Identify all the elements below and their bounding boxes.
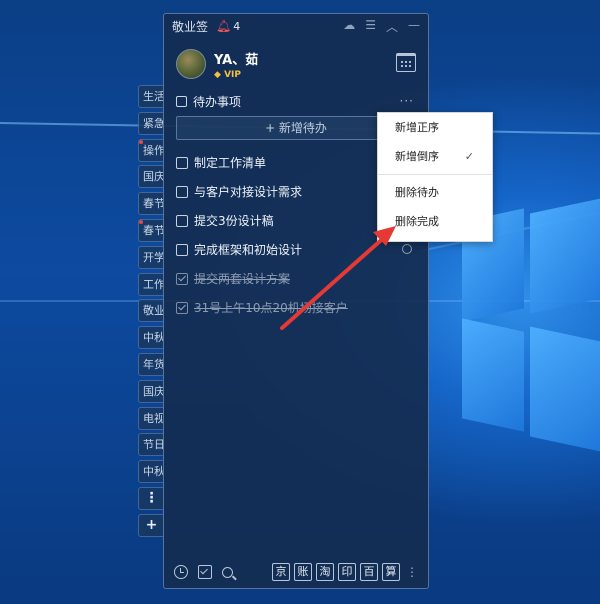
context-menu: 新增正序 新增倒序 ✓ 删除待办 删除完成 [377,112,493,242]
todo-checkbox[interactable] [176,243,188,256]
side-tab-label: 中秋 [143,465,164,479]
menu-item-label: 新增正序 [395,121,439,134]
side-tab-label: 工作 [143,277,164,291]
diamond-icon: ◆ [214,69,221,80]
todo-text: 制定工作清单 [194,156,267,170]
side-tab[interactable]: 电视 [138,406,164,430]
check-icon: ✓ [464,150,474,163]
quick-tools: 京 账 淘 印 百 算 ⋮ [272,563,418,581]
clock-icon[interactable] [174,565,188,579]
side-tab-label: 年货 [143,357,164,371]
side-tab[interactable]: 操作 [138,138,164,162]
title-bar: 敬业签 🔔︎ 4 ☁ ☰ ︿ — [164,14,428,38]
side-tab[interactable]: 紧急 [138,111,164,135]
todo-checkbox[interactable] [176,214,188,227]
unread-dot [139,219,143,224]
side-tab[interactable]: 国庆 [138,165,164,189]
notification-count: 4 [233,19,241,33]
todo-text: 提交3份设计稿 [194,214,274,228]
search-icon[interactable] [222,566,233,578]
avatar[interactable] [176,49,206,79]
side-tag-strip: 生活 紧急 操作 国庆 春节 春节 开学 工作 敬业 中秋 年货 国庆 电视 节… [138,85,166,541]
todo-text: 31号上午10点20机场接客户 [194,301,348,315]
quick-tool-baidu[interactable]: 百 [360,563,378,581]
side-tab-label: 中秋 [143,331,164,345]
side-tab[interactable]: 开学 [138,245,164,269]
logo-pane [530,326,600,454]
side-tab[interactable]: 春节 [138,192,164,216]
app-title: 敬业签 [172,19,209,34]
side-tab[interactable]: 敬业 [138,299,164,323]
cloud-sync-icon[interactable]: ☁ [343,18,355,35]
todo-item-done[interactable]: 31号上午10点20机场接客户 [164,293,428,322]
side-tab-label: 节日 [143,438,164,452]
sticky-note-panel: 敬业签 🔔︎ 4 ☁ ☰ ︿ — YA、茹 ◆ VIP 待办事项 ··· + 新… [163,13,429,589]
todo-checkbox-checked[interactable] [176,301,188,314]
side-tab[interactable]: 生活 [138,85,164,108]
side-tab-label: 开学 [143,250,164,264]
side-tab[interactable]: 节日 [138,433,164,457]
todo-text: 提交两套设计方案 [194,272,291,286]
side-tab[interactable]: 国庆 [138,379,164,403]
menu-item-label: 新增倒序 [395,150,439,163]
menu-item-label: 删除待办 [395,186,439,199]
todo-item-done[interactable]: 提交两套设计方案 [164,264,428,293]
logo-pane [530,196,600,314]
todo-text: 与客户对接设计需求 [194,185,303,199]
add-tab-button[interactable]: + [138,513,164,537]
todo-section-icon [176,95,187,107]
quick-tool-print[interactable]: 印 [338,563,356,581]
side-tab-label: 春节 [143,223,164,237]
side-tab-label: 国庆 [143,170,164,184]
todo-text: 完成框架和初始设计 [194,243,303,257]
minimize-icon[interactable]: — [408,18,420,35]
menu-icon[interactable]: ☰ [365,18,376,35]
more-options-icon[interactable]: ··· [400,94,414,108]
side-tab[interactable]: 工作 [138,272,164,296]
quick-tool-account[interactable]: 账 [294,563,312,581]
side-tab[interactable]: 中秋 [138,326,164,350]
side-tab-label: 紧急 [143,116,164,130]
menu-item-add-descending[interactable]: 新增倒序 ✓ [378,142,492,171]
footer-toolbar: 京 账 淘 印 百 算 ⋮ [164,556,428,588]
user-name: YA、茹 [214,52,259,68]
collapse-icon[interactable]: ︿ [386,18,398,35]
menu-item-label: 删除完成 [395,215,439,228]
unread-dot [139,139,143,144]
side-tab-label: 电视 [143,411,164,425]
vip-badge: ◆ VIP [214,70,258,80]
todo-checkbox-checked[interactable] [176,272,188,285]
quick-tool-jd[interactable]: 京 [272,563,290,581]
reminder-clock-icon[interactable] [402,244,412,254]
todo-box-icon[interactable] [198,565,212,579]
side-tab-label: 春节 [143,197,164,211]
menu-item-delete-todos[interactable]: 删除待办 [378,178,492,207]
side-tab-label: 国庆 [143,384,164,398]
user-profile: YA、茹 ◆ VIP [164,38,428,90]
menu-item-delete-completed[interactable]: 删除完成 [378,207,492,236]
menu-item-add-ascending[interactable]: 新增正序 [378,113,492,142]
side-tab-label: 生活 [143,90,164,103]
more-tabs-button[interactable]: ⋮ [138,486,164,510]
quick-tool-calculator[interactable]: 算 [382,563,400,581]
vip-label: VIP [224,69,241,80]
section-title: 待办事项 [193,94,242,109]
window-controls: ☁ ☰ ︿ — [343,18,420,35]
menu-divider [378,174,492,175]
todo-checkbox[interactable] [176,156,188,169]
logo-pane [462,318,524,432]
side-tab[interactable]: 年货 [138,352,164,376]
side-tab[interactable]: 中秋 [138,460,164,484]
bell-icon[interactable]: 🔔︎ [216,19,231,33]
section-header: 待办事项 ··· [164,90,428,112]
side-tab-label: 敬业 [143,304,164,318]
user-info: YA、茹 ◆ VIP [214,49,258,80]
side-tab-label: 操作 [143,143,164,157]
calendar-icon[interactable] [396,53,416,72]
more-tools-icon[interactable]: ⋮ [406,565,418,579]
side-tab[interactable]: 春节 [138,218,164,242]
todo-checkbox[interactable] [176,185,188,198]
quick-tool-taobao[interactable]: 淘 [316,563,334,581]
